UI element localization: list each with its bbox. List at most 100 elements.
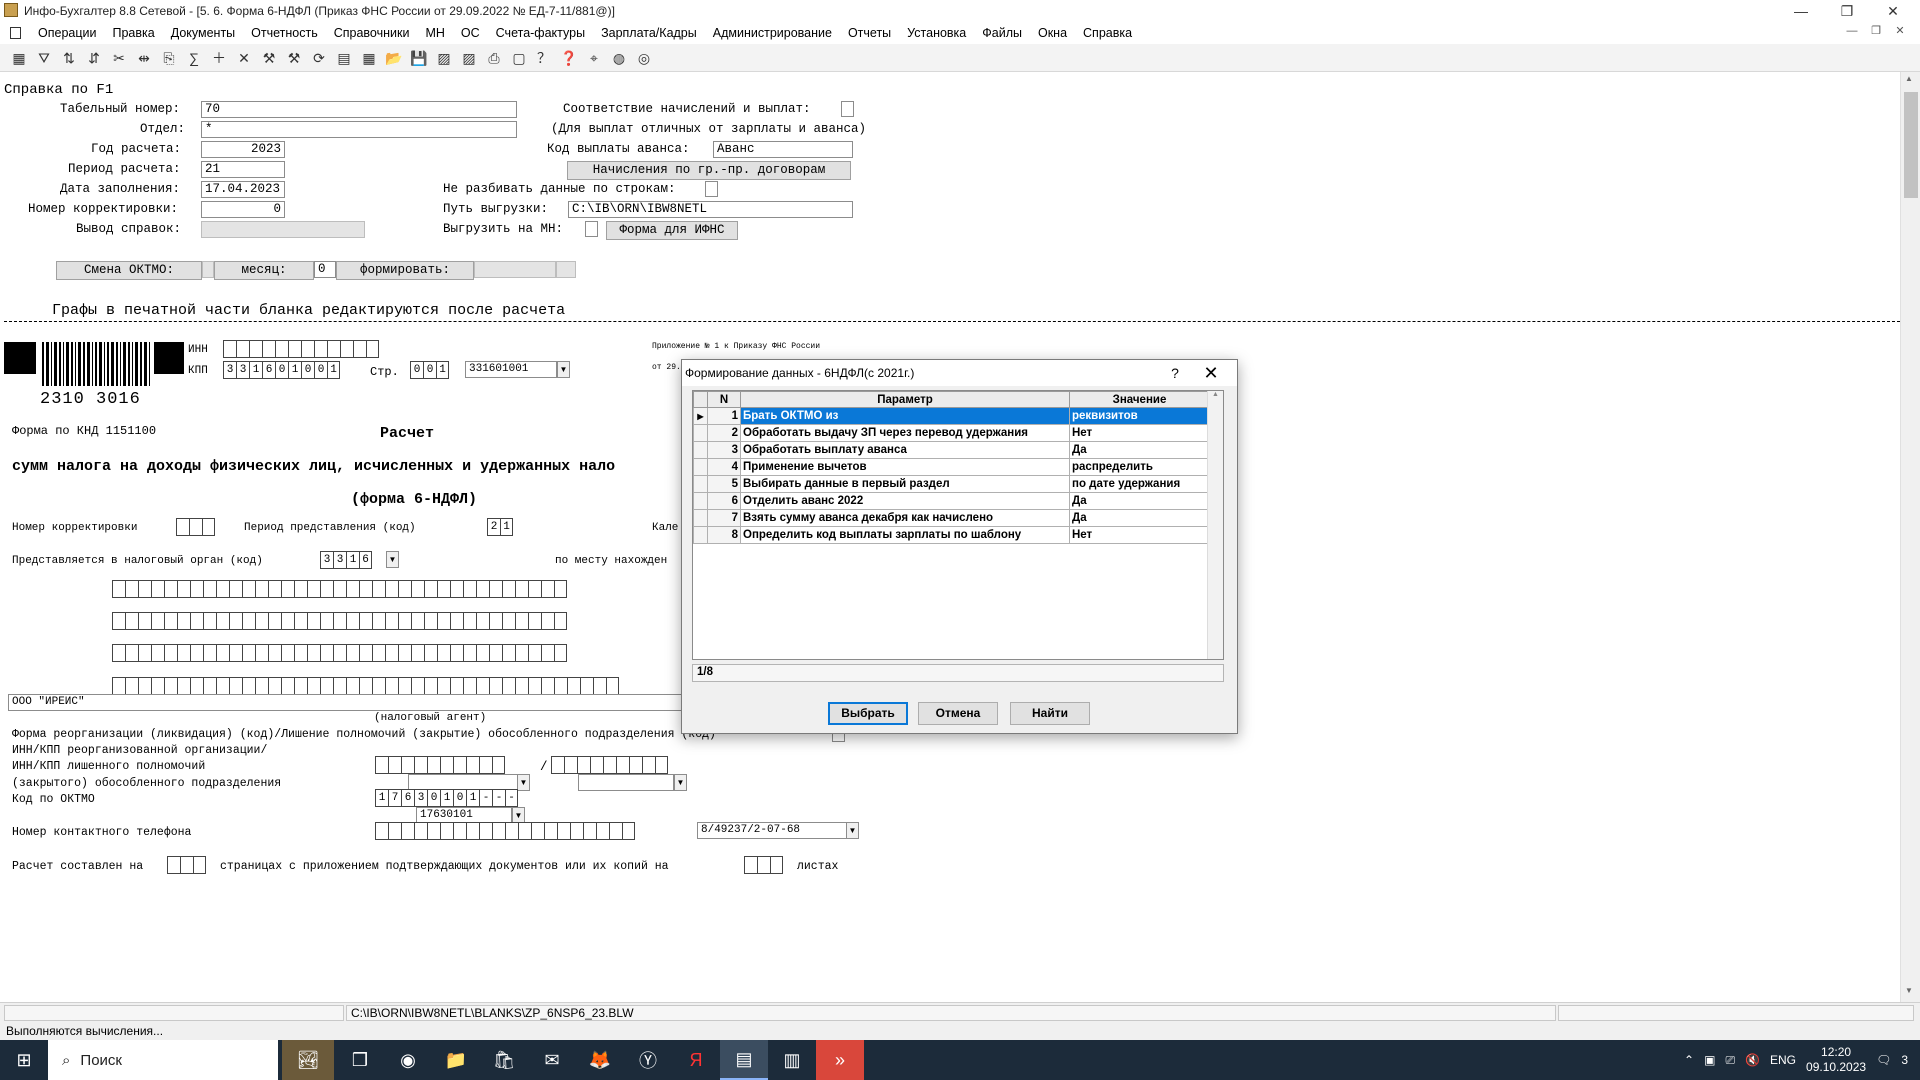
network-icon[interactable]: ⎚: [1725, 1053, 1735, 1068]
month-button[interactable]: месяц:: [214, 261, 314, 280]
cell[interactable]: [440, 822, 453, 840]
org-name-row-1[interactable]: [112, 580, 567, 598]
cell[interactable]: [255, 612, 268, 630]
cell[interactable]: [596, 822, 609, 840]
cell[interactable]: 3: [320, 551, 333, 569]
save-icon[interactable]: 💾: [408, 47, 430, 69]
cell[interactable]: [164, 580, 177, 598]
cell[interactable]: [570, 822, 583, 840]
menu-item-3[interactable]: Отчетность: [243, 25, 326, 41]
cell[interactable]: [489, 644, 502, 662]
cell[interactable]: [151, 677, 164, 695]
open-icon[interactable]: 📂: [383, 47, 405, 69]
cell[interactable]: [385, 677, 398, 695]
cell[interactable]: [385, 612, 398, 630]
language-indicator[interactable]: ENG: [1770, 1053, 1796, 1067]
oktmo-change-check[interactable]: [202, 261, 214, 278]
cell[interactable]: [294, 580, 307, 598]
no-split-checkbox[interactable]: [705, 181, 718, 197]
cell[interactable]: [177, 644, 190, 662]
cell[interactable]: [203, 580, 216, 598]
export-path-input[interactable]: C:\IB\ORN\IBW8NETL: [568, 201, 853, 218]
filter-icon[interactable]: ⛛: [33, 47, 55, 69]
cell[interactable]: [281, 644, 294, 662]
org-name-row-3[interactable]: [112, 644, 567, 662]
refresh-icon[interactable]: ⟳: [308, 47, 330, 69]
cell[interactable]: [437, 612, 450, 630]
tax-org-cells[interactable]: 3316: [320, 551, 372, 569]
grid-icon[interactable]: ▦: [8, 47, 30, 69]
cell[interactable]: 1: [436, 361, 449, 379]
menu-item-4[interactable]: Справочники: [326, 25, 418, 41]
document-icon[interactable]: [10, 27, 21, 39]
cell[interactable]: [489, 612, 502, 630]
cell[interactable]: [359, 612, 372, 630]
tab-number-input[interactable]: 70: [201, 101, 517, 118]
disabled1-icon[interactable]: ▨: [433, 47, 455, 69]
cell[interactable]: 6: [359, 551, 372, 569]
grid-scrollbar[interactable]: ▲: [1207, 391, 1223, 659]
grid-scroll-up-icon[interactable]: ▲: [1208, 391, 1223, 398]
cell[interactable]: [492, 822, 505, 840]
cell[interactable]: [112, 580, 125, 598]
calc-icon[interactable]: ∑: [183, 47, 205, 69]
cell[interactable]: [307, 580, 320, 598]
grid-row[interactable]: 7 Взять сумму аванса декабря как начислен…: [693, 509, 1210, 527]
cell[interactable]: [229, 612, 242, 630]
cell[interactable]: [450, 677, 463, 695]
cell[interactable]: [502, 677, 515, 695]
cancel-button[interactable]: Отмена: [918, 702, 998, 725]
menu-item-7[interactable]: Счета-фактуры: [488, 25, 593, 41]
cell[interactable]: [515, 612, 528, 630]
cell[interactable]: [164, 612, 177, 630]
dialog-close-button[interactable]: ✕: [1197, 361, 1225, 385]
inn-cells[interactable]: [223, 340, 379, 358]
tax-org-dropdown-icon[interactable]: ▼: [386, 551, 399, 568]
reorg-inn-dropdown-icon[interactable]: ▼: [517, 774, 530, 791]
cell[interactable]: [112, 644, 125, 662]
cell[interactable]: [557, 822, 570, 840]
cell[interactable]: [112, 677, 125, 695]
cell[interactable]: [531, 822, 544, 840]
cell[interactable]: [541, 644, 554, 662]
cell[interactable]: [333, 644, 346, 662]
cell[interactable]: [622, 822, 635, 840]
cell[interactable]: 1: [346, 551, 359, 569]
cell[interactable]: 0: [275, 361, 288, 379]
cell[interactable]: [411, 644, 424, 662]
help-icon[interactable]: ？: [533, 47, 555, 69]
tool1-icon[interactable]: ⚒: [258, 47, 280, 69]
menu-item-14[interactable]: Справка: [1075, 25, 1140, 41]
cell[interactable]: [372, 580, 385, 598]
cell[interactable]: [242, 612, 255, 630]
cell[interactable]: [307, 612, 320, 630]
cell[interactable]: 6: [262, 361, 275, 379]
cell[interactable]: [255, 580, 268, 598]
grid-row[interactable]: ▶ 1 Брать ОКТМО из реквизитов: [693, 407, 1210, 425]
firefox-icon[interactable]: 🦊: [576, 1040, 624, 1080]
cell[interactable]: [346, 580, 359, 598]
cell[interactable]: 1: [327, 361, 340, 379]
cell[interactable]: [424, 644, 437, 662]
cell[interactable]: 2: [487, 518, 500, 536]
row-parameter[interactable]: Применение вычетов: [740, 458, 1070, 476]
oktmo-cells[interactable]: 17630101---: [375, 789, 518, 807]
kpp-cells[interactable]: 331601001: [223, 361, 340, 379]
cell[interactable]: [320, 580, 333, 598]
sheets-count-cells[interactable]: [744, 856, 783, 874]
cell[interactable]: [388, 822, 401, 840]
cell[interactable]: [372, 644, 385, 662]
menu-item-2[interactable]: Документы: [163, 25, 243, 41]
cell[interactable]: [437, 644, 450, 662]
cell[interactable]: [398, 644, 411, 662]
cell[interactable]: [476, 612, 489, 630]
edge-icon[interactable]: ◉: [384, 1040, 432, 1080]
cell[interactable]: -: [505, 789, 518, 807]
cell[interactable]: [242, 580, 255, 598]
menu-item-9[interactable]: Администрирование: [705, 25, 840, 41]
cell[interactable]: [541, 677, 554, 695]
cell[interactable]: [385, 644, 398, 662]
cut-icon[interactable]: ✂: [108, 47, 130, 69]
cell[interactable]: [294, 644, 307, 662]
cell[interactable]: [489, 580, 502, 598]
